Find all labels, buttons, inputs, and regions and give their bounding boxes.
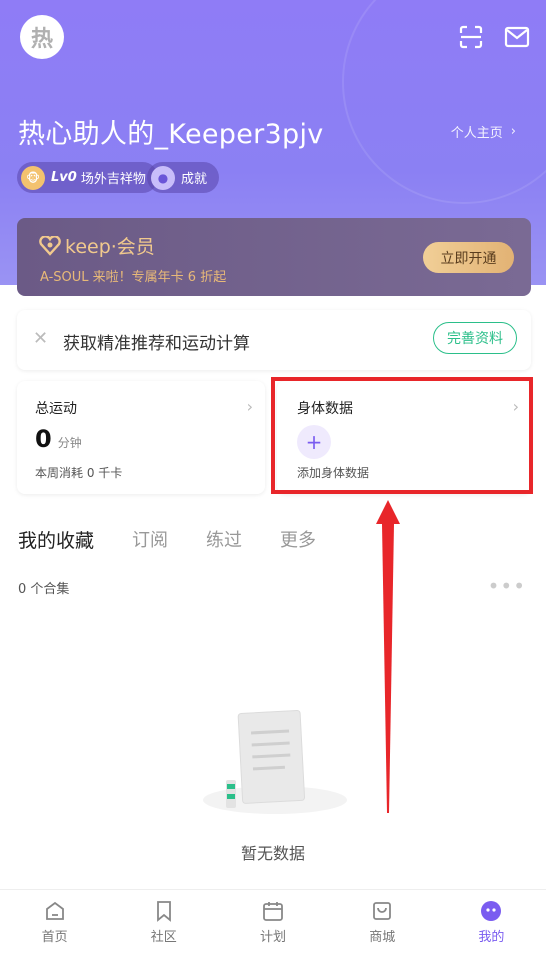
chevron-right-icon: › bbox=[246, 397, 253, 416]
profile-link-label: 个人主页 bbox=[450, 126, 503, 141]
bottom-tab-bar: 首页 社区 计划 商城 我的 bbox=[0, 889, 546, 954]
calendar-icon bbox=[263, 901, 283, 921]
tab-store-label: 商城 bbox=[369, 929, 396, 945]
complete-profile-button[interactable]: 完善资料 bbox=[433, 322, 517, 354]
achievement-label: 成就 bbox=[181, 172, 208, 187]
mail-icon[interactable] bbox=[504, 24, 530, 50]
bookmark-icon bbox=[156, 900, 171, 922]
empty-state-text: 暂无数据 bbox=[240, 844, 305, 863]
profile-link[interactable]: 个人主页 › bbox=[451, 122, 516, 141]
profile-face-icon bbox=[481, 900, 502, 921]
total-exercise-title: 总运动 bbox=[35, 401, 77, 417]
username: 热心助人的_Keeper3pjv bbox=[18, 119, 324, 150]
arrow-up-icon bbox=[376, 500, 400, 813]
weekly-calories: 本周消耗 0 千卡 bbox=[35, 466, 123, 480]
profile-tip-card: ✕ 获取精准推荐和运动计算 完善资料 bbox=[17, 310, 531, 370]
level-badge[interactable]: 🐵 Lv0 场外吉祥物 bbox=[17, 162, 158, 193]
tab-store[interactable]: 商城 bbox=[328, 890, 437, 954]
tab-more[interactable]: 更多 bbox=[280, 526, 316, 553]
tab-practiced[interactable]: 练过 bbox=[206, 526, 242, 553]
chevron-right-icon: › bbox=[510, 124, 516, 139]
membership-banner[interactable]: keep·会员 A-SOUL 来啦！专属年卡 6 折起 立即开通 bbox=[17, 218, 531, 296]
open-membership-button[interactable]: 立即开通 bbox=[423, 242, 514, 273]
member-logo-text: keep·会员 bbox=[65, 236, 155, 258]
member-subtitle: A-SOUL 来啦！专属年卡 6 折起 bbox=[40, 270, 227, 285]
tab-favorites[interactable]: 我的收藏 bbox=[18, 526, 94, 553]
achievement-badge[interactable]: ● 成就 bbox=[147, 162, 220, 193]
shopping-bag-icon bbox=[373, 901, 392, 920]
level-label: 场外吉祥物 bbox=[80, 172, 146, 187]
empty-document-illustration bbox=[203, 710, 347, 814]
level-text: Lv0 bbox=[51, 170, 77, 185]
heart-shield-icon bbox=[39, 235, 61, 256]
close-icon[interactable]: ✕ bbox=[33, 328, 48, 349]
highlight-box bbox=[271, 377, 533, 494]
tab-me[interactable]: 我的 bbox=[437, 890, 546, 954]
tip-text: 获取精准推荐和运动计算 bbox=[63, 334, 250, 354]
total-exercise-card[interactable]: 总运动 › 0 分钟 本周消耗 0 千卡 bbox=[17, 381, 265, 494]
tab-subscribed[interactable]: 订阅 bbox=[132, 526, 168, 553]
tab-me-label: 我的 bbox=[478, 929, 505, 945]
home-icon bbox=[45, 901, 64, 920]
mascot-icon: 🐵 bbox=[21, 165, 45, 190]
tab-home-label: 首页 bbox=[41, 929, 68, 945]
medal-icon: ● bbox=[151, 165, 175, 190]
total-exercise-unit: 分钟 bbox=[57, 436, 82, 450]
content-tabs: 我的收藏 订阅 练过 更多 bbox=[18, 526, 316, 553]
tab-plan-label: 计划 bbox=[260, 929, 287, 945]
tab-community[interactable]: 社区 bbox=[109, 890, 218, 954]
tab-home[interactable]: 首页 bbox=[0, 890, 109, 954]
scan-icon[interactable] bbox=[458, 24, 484, 50]
tab-plan[interactable]: 计划 bbox=[218, 890, 327, 954]
keep-member-logo: keep·会员 bbox=[39, 232, 155, 259]
more-options-icon[interactable]: ••• bbox=[488, 574, 526, 598]
collection-count: 0 个合集 bbox=[18, 582, 70, 597]
avatar[interactable]: 热 bbox=[20, 15, 64, 59]
tab-community-label: 社区 bbox=[150, 929, 177, 945]
total-exercise-value: 0 bbox=[35, 425, 52, 453]
